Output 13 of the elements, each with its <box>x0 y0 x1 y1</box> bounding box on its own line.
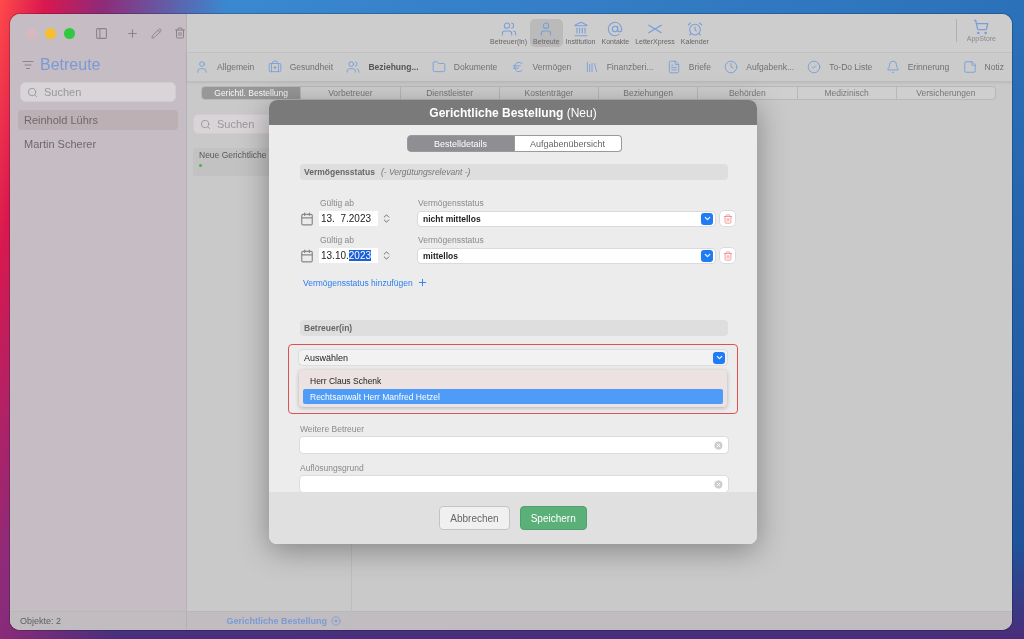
field-label: Weitere Betreuer <box>300 424 366 434</box>
section-note: (- Vergütungsrelevant -) <box>380 167 471 177</box>
field-label: Gültig ab <box>320 198 356 208</box>
section-title: Vermögensstatus <box>304 167 375 177</box>
field-label: Vermögensstatus <box>418 198 485 208</box>
field-label: Auflösungsgrund <box>300 463 365 473</box>
section-title: Betreuer(in) <box>304 323 353 333</box>
field-label: Vermögensstatus <box>418 235 485 245</box>
field-label: Gültig ab <box>320 235 356 245</box>
object-count: Objekte: 2 <box>10 611 186 630</box>
sidebar-title: Betreute <box>40 56 101 74</box>
dialog-title: Gerichtliche Bestellung (Neu) <box>429 105 597 120</box>
card-title: Neue Gerichtliche <box>199 150 267 160</box>
